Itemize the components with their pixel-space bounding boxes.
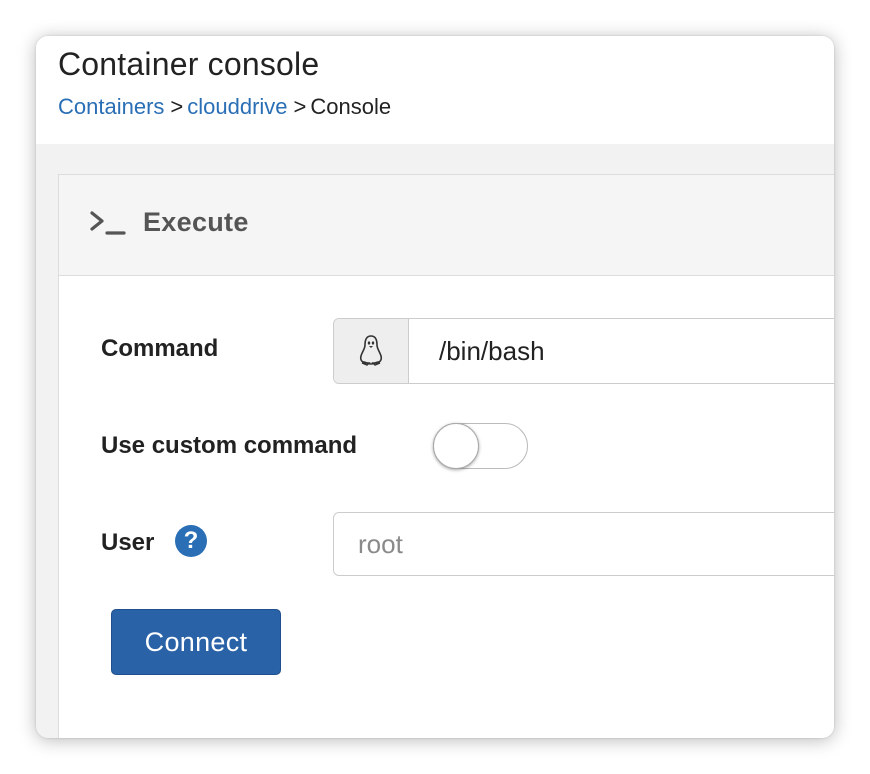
- question-circle-icon[interactable]: ?: [175, 525, 207, 557]
- breadcrumb: Containers > clouddrive > Console: [58, 94, 391, 120]
- breadcrumb-current: Console: [310, 94, 392, 119]
- breadcrumb-separator: >: [293, 94, 307, 119]
- app-window: Container console Containers > clouddrive >…: [36, 36, 834, 738]
- user-input[interactable]: [333, 512, 834, 576]
- linux-penguin-icon: [359, 335, 383, 366]
- custom-command-toggle[interactable]: [433, 423, 528, 469]
- page-title: Container console: [58, 46, 320, 82]
- connect-button[interactable]: Connect: [111, 609, 281, 675]
- panel-title: Execute: [143, 207, 249, 237]
- execute-panel: Execute Command /bin/bash Use custom com…: [58, 174, 834, 738]
- panel-heading: Execute: [59, 175, 834, 276]
- command-addon: [334, 319, 409, 383]
- breadcrumb-link-containers[interactable]: Containers: [58, 94, 164, 119]
- breadcrumb-link-clouddrive[interactable]: clouddrive: [187, 94, 287, 119]
- command-select[interactable]: /bin/bash: [333, 318, 834, 384]
- user-label: User: [101, 529, 155, 556]
- command-value: /bin/bash: [439, 335, 545, 366]
- terminal-icon: [90, 211, 126, 235]
- page-header: Container console Containers > clouddrive >…: [36, 36, 834, 144]
- command-label: Command: [101, 335, 219, 362]
- breadcrumb-separator: >: [170, 94, 184, 119]
- toggle-knob: [433, 423, 479, 469]
- custom-command-label: Use custom command: [101, 432, 358, 459]
